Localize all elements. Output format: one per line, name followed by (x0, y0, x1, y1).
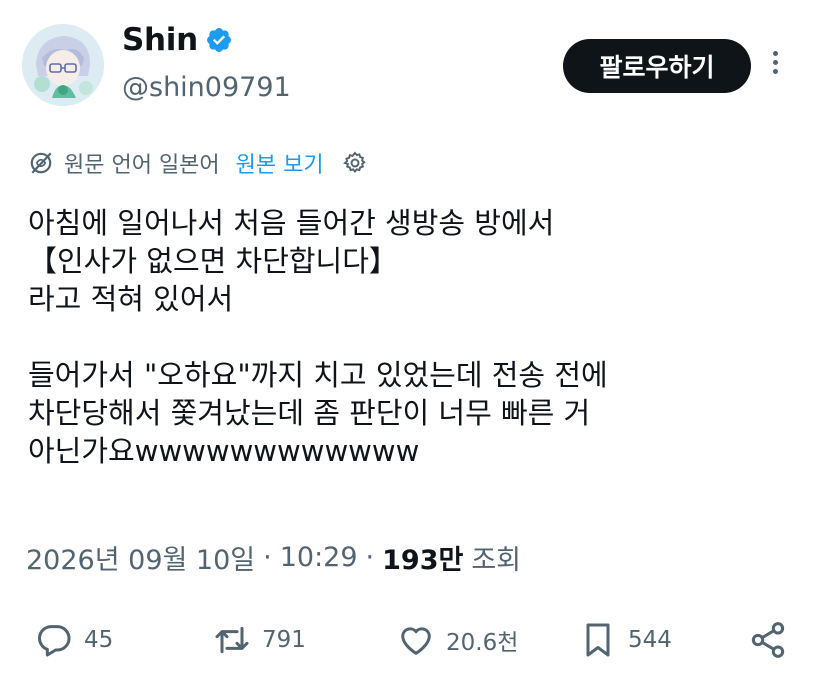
translation-bar: 원문 언어 일본어 원본 보기 (28, 146, 368, 180)
bookmark-count: 544 (628, 627, 672, 653)
tweet-text: 아침에 일어나서 처음 들어간 생방송 방에서 【인사가 없으면 차단합니다】 … (28, 204, 798, 470)
share-icon (751, 622, 785, 658)
tweet-line: 차단당해서 쫓겨났는데 좀 판단이 너무 빠른 거 (28, 396, 591, 430)
action-bar: 45 791 20.6천 544 (0, 612, 816, 668)
author-handle[interactable]: @shin09791 (122, 72, 291, 103)
gear-icon[interactable] (342, 150, 368, 176)
reply-count: 45 (84, 627, 114, 653)
tweet-line: 라고 적혀 있어서 (28, 282, 234, 316)
meta-separator: · (365, 542, 375, 573)
verified-badge-icon[interactable] (205, 26, 233, 54)
like-button[interactable]: 20.6천 (396, 612, 518, 668)
translation-note: 원문 언어 일본어 (64, 153, 220, 178)
view-count: 193만 (382, 545, 464, 576)
avatar[interactable] (22, 24, 104, 106)
bookmark-button[interactable]: 544 (578, 612, 672, 668)
author-name-row: Shin (122, 22, 233, 58)
author-display-name[interactable]: Shin (122, 22, 198, 58)
tweet-line: 【인사가 없으면 차단합니다】 (28, 244, 398, 278)
tweet-line: 아침에 일어나서 처음 들어간 생방송 방에서 (28, 206, 555, 240)
view-label: 조회 (471, 545, 522, 576)
avatar-image (22, 24, 104, 106)
tweet-line: 아닌가요wwwwwwwwwwww (28, 434, 420, 468)
translate-off-icon (30, 152, 52, 174)
more-options-icon[interactable] (766, 48, 784, 84)
follow-button[interactable]: 팔로우하기 (563, 39, 751, 93)
share-button[interactable] (748, 612, 788, 668)
reply-button[interactable]: 45 (34, 612, 113, 668)
meta-separator: · (263, 542, 272, 573)
show-original-link[interactable]: 원본 보기 (236, 147, 324, 179)
repost-icon (215, 626, 249, 654)
tweet-meta: 2026년 09월 10일 · 10:29 · 193만 조회 (26, 538, 521, 577)
tweet-line: 들어가서 "오하요"까지 치고 있었는데 전송 전에 (28, 358, 608, 392)
bookmark-icon (586, 623, 610, 657)
repost-count: 791 (262, 627, 306, 653)
tweet-date[interactable]: 2026년 09월 10일 (26, 538, 255, 577)
tweet-time[interactable]: 10:29 (280, 542, 358, 573)
repost-button[interactable]: 791 (212, 612, 306, 668)
heart-icon (401, 627, 431, 655)
reply-icon (38, 625, 71, 657)
like-count: 20.6천 (446, 630, 519, 656)
